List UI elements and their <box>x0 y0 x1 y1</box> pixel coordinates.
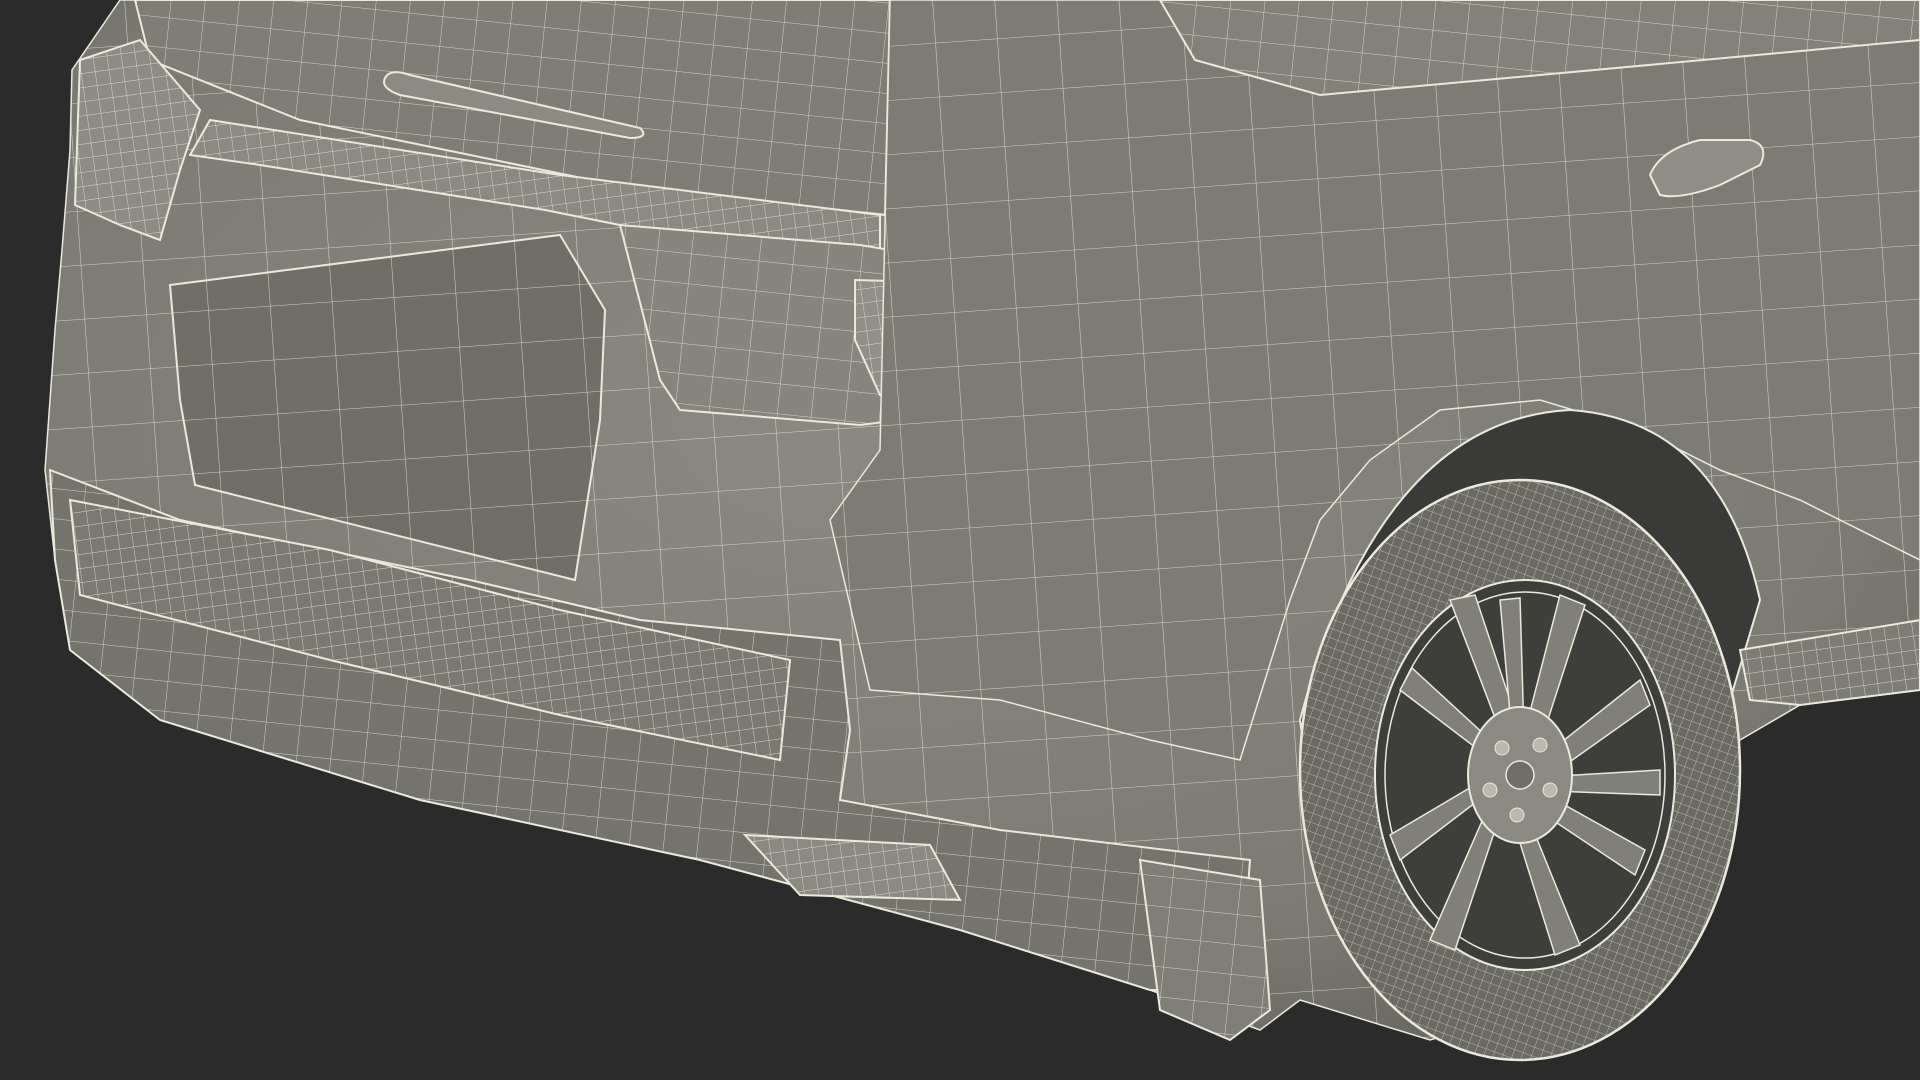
render-viewport <box>0 0 1920 1080</box>
wheel-rim <box>1374 579 1676 971</box>
center-cap <box>1505 760 1535 790</box>
mud-flap <box>1138 858 1272 1042</box>
suv-wireframe-render <box>44 0 1920 1062</box>
